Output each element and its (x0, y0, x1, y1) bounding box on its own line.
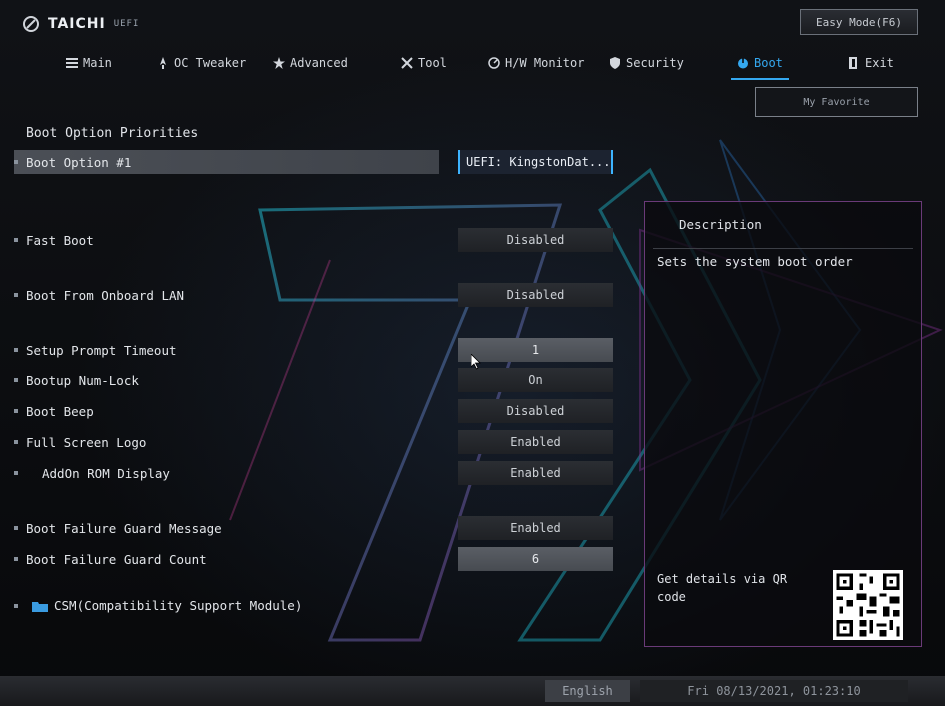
shield-icon (610, 57, 620, 69)
setup-prompt-timeout-value[interactable]: 1 (458, 338, 613, 362)
setting-label: Full Screen Logo (26, 434, 147, 450)
language-selector[interactable]: English (545, 680, 630, 702)
list-icon (66, 58, 78, 68)
boot-beep-value[interactable]: Disabled (458, 399, 613, 423)
tab-security[interactable]: Security (609, 50, 684, 76)
description-divider (653, 248, 913, 249)
main-nav: Main OC Tweaker Advanced Tool H/W Monito… (0, 50, 945, 80)
mouse-cursor-icon (471, 354, 481, 370)
qr-code-icon (833, 570, 903, 640)
setting-label: Bootup Num-Lock (26, 372, 139, 388)
setting-row-boot-failure-guard-message[interactable]: Boot Failure Guard Message (14, 516, 439, 540)
tab-main[interactable]: Main (66, 50, 112, 76)
row-bullet (14, 471, 18, 475)
setting-row-setup-prompt-timeout[interactable]: Setup Prompt Timeout (14, 338, 439, 362)
setting-row-boot-beep[interactable]: Boot Beep (14, 399, 439, 423)
row-bullet (14, 348, 18, 352)
brand-sub: UEFI (113, 19, 140, 29)
row-bullet (14, 409, 18, 413)
boot-failure-guard-count-value[interactable]: 6 (458, 547, 613, 571)
description-text: Sets the system boot order (657, 254, 853, 269)
boot-from-onboard-lan-value[interactable]: Disabled (458, 283, 613, 307)
setting-label: Boot Failure Guard Message (26, 520, 222, 536)
row-bullet (14, 293, 18, 297)
tab-exit-label: Exit (865, 56, 894, 70)
boot-failure-guard-message-value[interactable]: Enabled (458, 516, 613, 540)
brand-name: TAICHI (48, 16, 106, 32)
fast-boot-value[interactable]: Disabled (458, 228, 613, 252)
tab-boot-label: Boot (754, 56, 783, 70)
row-bullet (14, 160, 18, 164)
tab-tool-label: Tool (418, 56, 447, 70)
setting-label: Boot Option #1 (26, 154, 132, 170)
setting-row-boot-from-onboard-lan[interactable]: Boot From Onboard LAN (14, 283, 439, 307)
row-bullet (14, 603, 18, 608)
setting-label: AddOn ROM Display (42, 465, 170, 481)
setting-label: Boot From Onboard LAN (26, 287, 185, 303)
bios-screen: TAICHI UEFI Easy Mode(F6) Main OC Tweake… (0, 0, 945, 706)
boot-option-1-value[interactable]: UEFI: KingstonDat... (458, 150, 613, 174)
section-title: Boot Option Priorities (26, 126, 199, 141)
setting-label: Boot Failure Guard Count (26, 551, 207, 567)
tab-advanced[interactable]: Advanced (273, 50, 348, 76)
tab-oc-tweaker[interactable]: OC Tweaker (157, 50, 246, 76)
setting-label: Fast Boot (26, 232, 94, 248)
setting-row-boot-failure-guard-count[interactable]: Boot Failure Guard Count (14, 547, 439, 571)
setting-row-boot-option-1[interactable]: Boot Option #1 (14, 150, 439, 174)
tab-hw-monitor[interactable]: H/W Monitor (488, 50, 584, 76)
bootup-num-lock-value[interactable]: On (458, 368, 613, 392)
easy-mode-button[interactable]: Easy Mode(F6) (800, 9, 918, 35)
system-datetime: Fri 08/13/2021, 01:23:10 (640, 680, 908, 702)
monitor-icon (488, 57, 500, 69)
row-bullet (14, 440, 18, 444)
tab-oc-tweaker-label: OC Tweaker (174, 56, 247, 70)
qr-hint-text: Get details via QR code (657, 572, 788, 604)
addon-rom-display-value[interactable]: Enabled (458, 461, 613, 485)
tab-tool[interactable]: Tool (401, 50, 447, 76)
taichi-gear-icon (23, 16, 39, 32)
tab-hw-monitor-label: H/W Monitor (505, 56, 585, 70)
brand-logo: TAICHI UEFI (22, 15, 139, 33)
full-screen-logo-value[interactable]: Enabled (458, 430, 613, 454)
tab-main-label: Main (83, 56, 112, 70)
row-bullet (14, 378, 18, 382)
description-title: Description (679, 217, 762, 232)
tab-security-label: Security (626, 56, 684, 70)
row-bullet (14, 238, 18, 242)
tab-advanced-label: Advanced (290, 56, 348, 70)
setting-label: Boot Beep (26, 403, 94, 419)
tab-boot[interactable]: Boot (731, 50, 789, 80)
my-favorite-button[interactable]: My Favorite (755, 87, 918, 117)
setting-row-bootup-num-lock[interactable]: Bootup Num-Lock (14, 368, 439, 392)
setting-row-addon-rom-display[interactable]: AddOn ROM Display (14, 461, 439, 485)
power-icon (738, 58, 748, 69)
setting-label: Setup Prompt Timeout (26, 342, 177, 358)
exit-icon (849, 57, 857, 69)
tools-icon (401, 57, 413, 69)
star-icon (273, 57, 285, 69)
setting-row-full-screen-logo[interactable]: Full Screen Logo (14, 430, 439, 454)
rocket-icon (160, 57, 166, 69)
row-bullet (14, 526, 18, 530)
folder-icon (32, 601, 48, 612)
tab-exit[interactable]: Exit (848, 50, 894, 76)
description-panel: Description Sets the system boot order G… (644, 201, 922, 647)
setting-row-fast-boot[interactable]: Fast Boot (14, 228, 439, 252)
csm-label: CSM(Compatibility Support Module) (54, 598, 303, 613)
row-bullet (14, 557, 18, 561)
csm-submenu[interactable]: CSM(Compatibility Support Module) (14, 598, 302, 613)
